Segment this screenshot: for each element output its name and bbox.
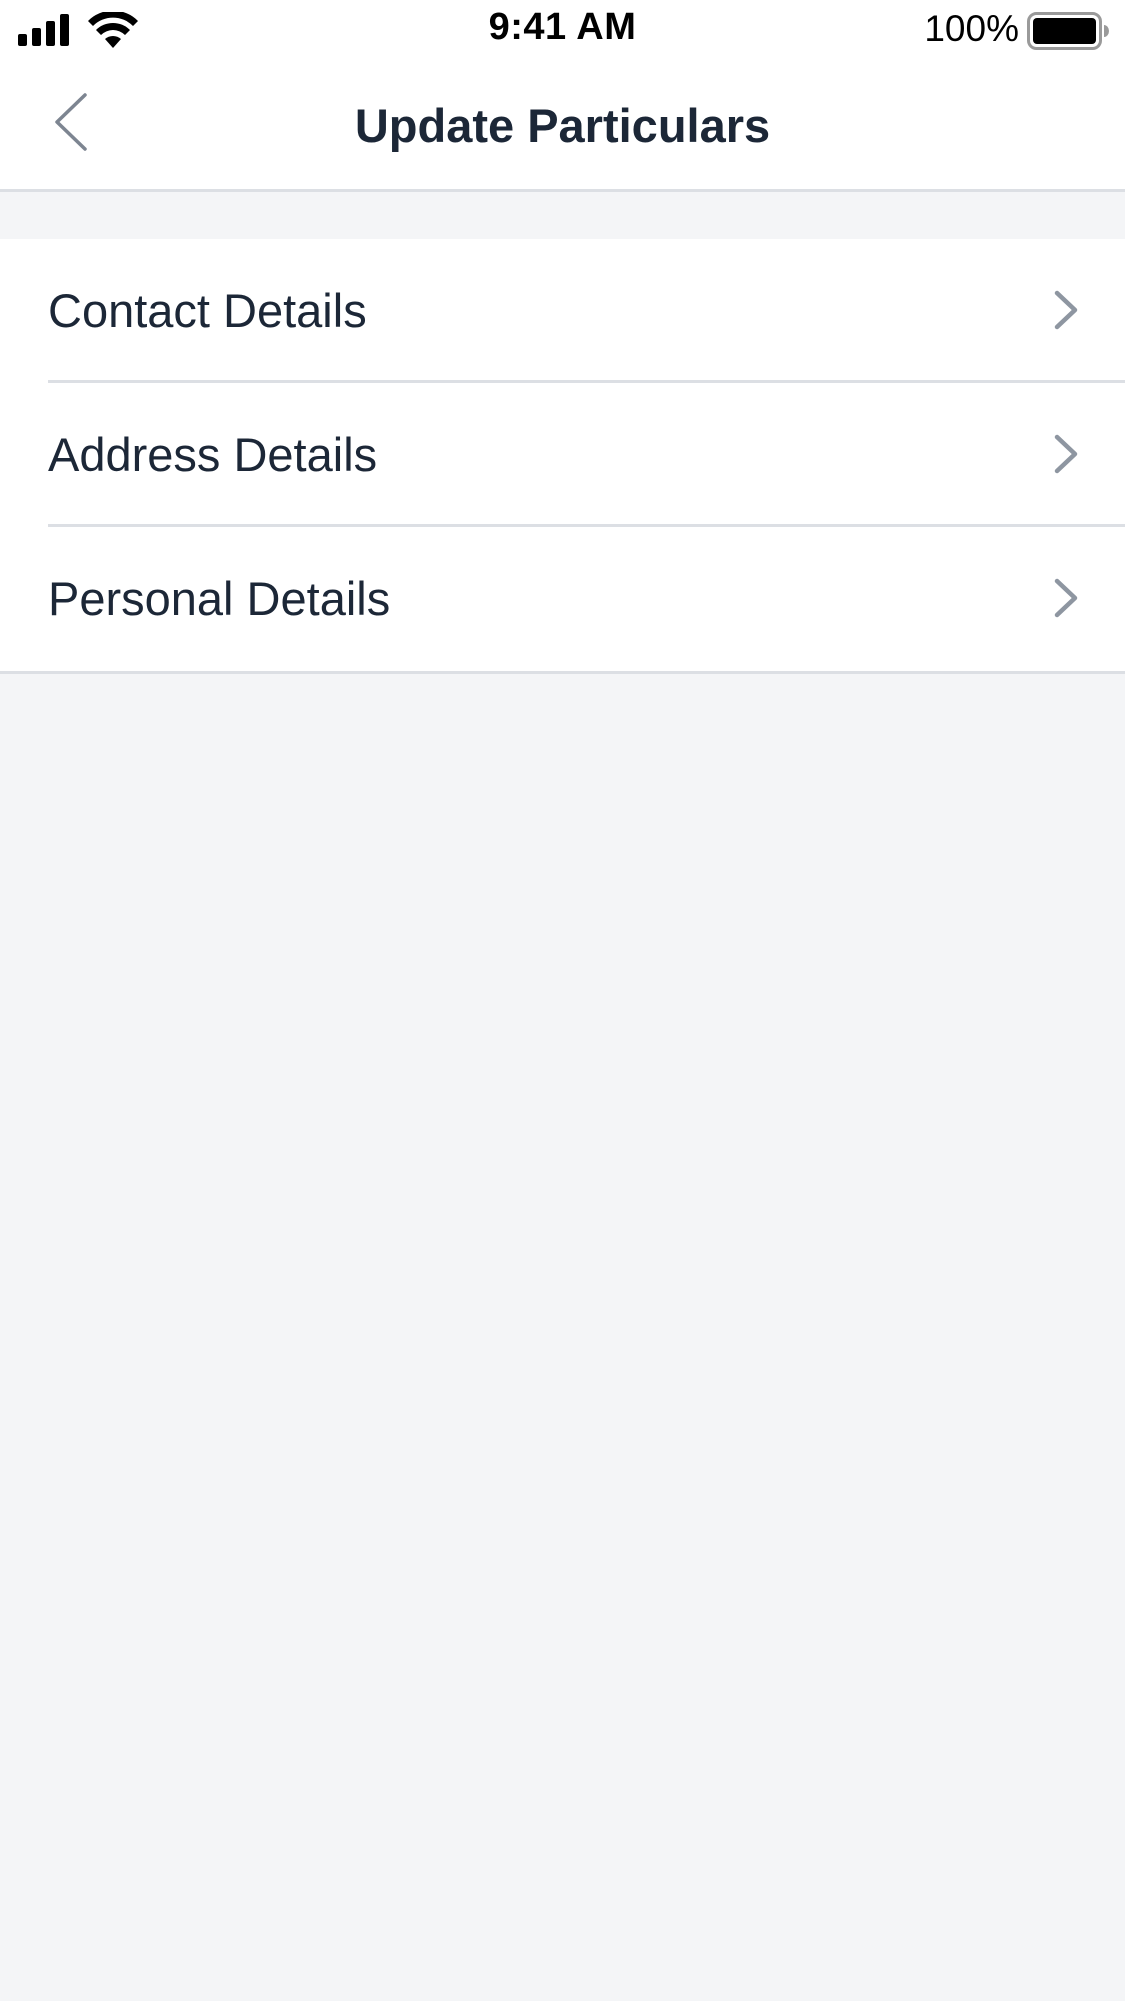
particulars-list: Contact Details Address Details Personal…	[0, 239, 1125, 674]
chevron-right-icon	[1054, 578, 1078, 618]
battery-icon	[1027, 12, 1109, 50]
chevron-right-icon	[1054, 290, 1078, 330]
navigation-bar: Update Particulars	[0, 60, 1125, 192]
list-item-label: Address Details	[48, 428, 378, 481]
list-item-contact-details[interactable]: Contact Details	[0, 239, 1125, 383]
list-item-label: Contact Details	[48, 284, 367, 337]
battery-percent: 100%	[924, 8, 1019, 49]
page-title: Update Particulars	[354, 99, 771, 152]
list-item-address-details[interactable]: Address Details	[0, 383, 1125, 527]
list-item-label: Personal Details	[48, 572, 391, 625]
status-bar: 9:41 AM 100%	[0, 0, 1125, 60]
list-item-personal-details[interactable]: Personal Details	[0, 527, 1125, 671]
chevron-right-icon	[1054, 434, 1078, 474]
